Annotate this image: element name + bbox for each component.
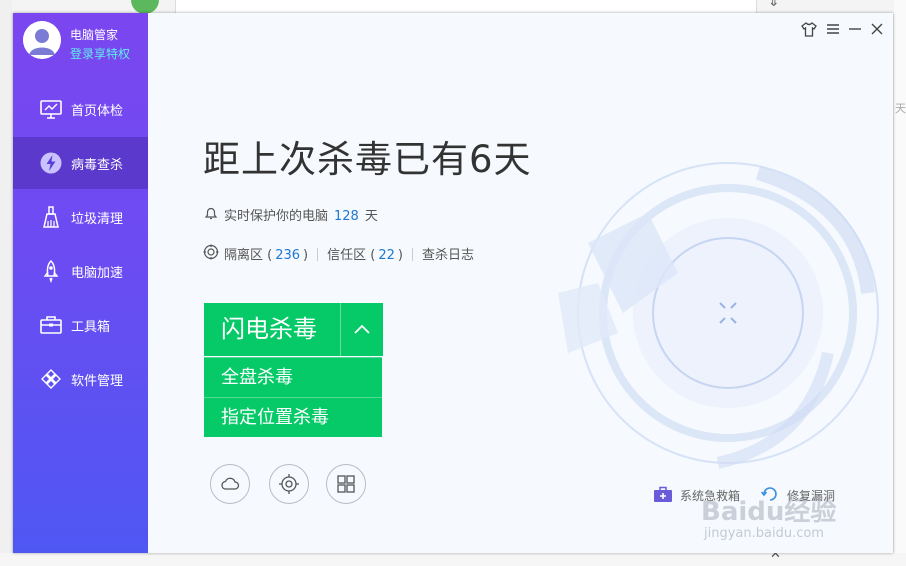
cloud-scan-button[interactable] <box>210 464 250 504</box>
quarantine-close: ) <box>303 248 309 263</box>
divider <box>317 248 319 261</box>
background-strip-left <box>0 0 12 566</box>
target-scan-button[interactable] <box>269 464 309 504</box>
nav-label-pc-speedup: 电脑加速 <box>71 266 124 281</box>
scan-options-toggle[interactable] <box>340 303 383 356</box>
nav-label-virus-scan: 病毒查杀 <box>71 158 124 173</box>
watermark-logo: Baidu经验 <box>701 497 837 527</box>
quick-scan-button[interactable]: 闪电杀毒 <box>204 303 340 356</box>
custom-location-scan-option[interactable]: 指定位置杀毒 <box>204 397 382 437</box>
nav-item-software-manager[interactable]: 软件管理 <box>13 353 148 405</box>
login-privilege-link[interactable]: 登录享特权 <box>70 45 130 62</box>
nav-item-virus-scan[interactable]: 病毒查杀 <box>13 137 148 189</box>
divider <box>411 248 413 261</box>
nav-label-toolbox: 工具箱 <box>71 320 111 335</box>
minimize-icon[interactable] <box>846 20 864 38</box>
nav-item-home-check[interactable]: 首页体检 <box>13 83 148 135</box>
full-disk-scan-option[interactable]: 全盘杀毒 <box>204 357 382 397</box>
software-icon <box>41 369 61 389</box>
user-profile[interactable]: 电脑管家 登录享特权 <box>23 21 148 71</box>
broom-icon <box>43 206 59 228</box>
chevron-up-icon <box>354 324 370 334</box>
trust-zone-link[interactable]: 信任区 (22) <box>327 248 403 263</box>
nav-item-pc-speedup[interactable]: 电脑加速 <box>13 245 148 297</box>
trust-label: 信任区 ( <box>327 248 376 263</box>
user-avatar-icon <box>23 21 61 59</box>
nav-item-toolbox[interactable]: 工具箱 <box>13 299 148 351</box>
close-icon[interactable] <box>868 20 886 38</box>
background-right-text: 天 <box>895 102 906 115</box>
background-strip-right <box>894 0 906 566</box>
quarantine-count: 236 <box>275 248 301 263</box>
skin-shirt-icon[interactable] <box>800 20 818 38</box>
target-icon <box>203 244 219 260</box>
cloud-icon <box>221 477 240 490</box>
watermark-url: jingyan.baidu.com <box>704 526 824 541</box>
pc-manager-window: 电脑管家 登录享特权 首页体检 病毒查杀 垃圾清理 电脑加速 工具箱 软件管理 … <box>13 13 893 553</box>
trust-close: ) <box>397 248 403 263</box>
background-arrows-icon: ⇕ <box>768 0 780 10</box>
menu-icon[interactable] <box>824 20 842 38</box>
profile-name: 电脑管家 <box>70 28 119 42</box>
nav-label-junk-clean: 垃圾清理 <box>71 212 124 227</box>
rocket-icon <box>43 259 59 283</box>
sidebar: 电脑管家 登录享特权 首页体检 病毒查杀 垃圾清理 电脑加速 工具箱 软件管理 <box>13 13 148 553</box>
quarantine-link[interactable]: 隔离区 (236) <box>224 248 308 263</box>
scan-log-link[interactable]: 查杀日志 <box>422 248 474 263</box>
bell-icon <box>204 207 218 220</box>
page-title: 距上次杀毒已有6天 <box>203 138 532 181</box>
nav-label-software-manager: 软件管理 <box>71 374 124 389</box>
toolbox-icon <box>40 316 62 334</box>
background-tab-bar <box>175 0 757 14</box>
radar-decoration <box>558 162 879 469</box>
windows-scan-button[interactable] <box>326 464 366 504</box>
protection-unit: 天 <box>364 209 378 224</box>
monitor-icon <box>40 100 62 119</box>
main-panel: 距上次杀毒已有6天 实时保护你的电脑 128 天 隔离区 (236) 信任区 (22)… <box>148 13 893 553</box>
avatar[interactable] <box>23 21 61 59</box>
nav-item-junk-clean[interactable]: 垃圾清理 <box>13 191 148 243</box>
crosshair-icon <box>279 474 299 494</box>
windows-grid-icon <box>337 475 355 493</box>
nav-label-home-check: 首页体检 <box>71 104 124 119</box>
lightning-icon <box>40 152 62 174</box>
trust-count: 22 <box>378 248 395 263</box>
protection-days: 128 <box>334 209 359 224</box>
first-aid-kit-icon <box>654 486 672 502</box>
protection-text: 实时保护你的电脑 <box>224 209 329 224</box>
quarantine-label: 隔离区 ( <box>224 248 273 263</box>
